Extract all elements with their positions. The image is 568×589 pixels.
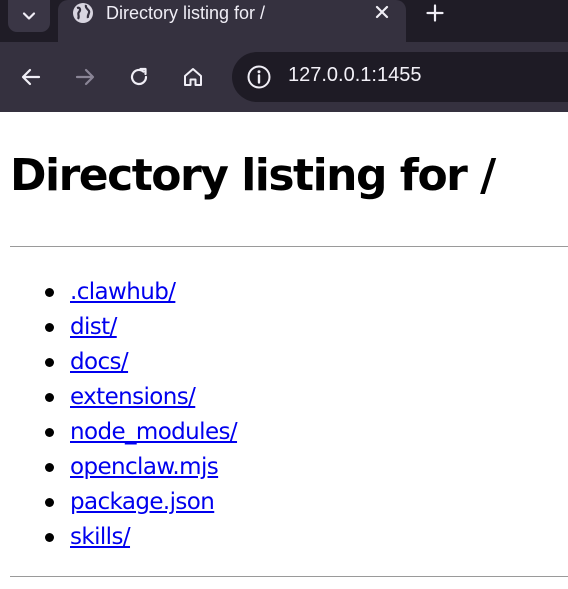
reload-icon [130,67,148,86]
navigation-toolbar: 127.0.0.1:1455 [0,42,568,112]
entry-link-package-json[interactable]: package.json [70,487,215,517]
tab-title: Directory listing for / [106,3,266,23]
forward-button[interactable] [72,64,98,90]
bullet [45,428,54,437]
page-content: Directory listing for / .clawhub/ dist/ … [0,112,568,589]
url-text[interactable]: 127.0.0.1:1455 [288,64,421,87]
entry-link-clawhub[interactable]: .clawhub/ [70,277,176,307]
top-divider [10,246,568,247]
entry-link-node-modules[interactable]: node_modules/ [70,417,238,447]
entry-link-docs[interactable]: docs/ [70,347,129,377]
bullet [45,463,54,472]
bullet [45,533,54,542]
bullet [45,358,54,367]
arrow-left-icon [21,68,41,86]
page-title: Directory listing for / [10,150,496,201]
reload-button[interactable] [126,64,152,90]
home-button[interactable] [180,64,206,90]
entry-link-skills[interactable]: skills/ [70,522,131,552]
tab-close-button[interactable] [372,2,392,22]
chevron-down-icon [22,12,36,20]
bottom-divider [10,576,568,577]
close-icon [375,5,389,19]
new-tab-button[interactable] [422,0,448,26]
entry-link-dist[interactable]: dist/ [70,312,117,342]
entry-link-openclaw-mjs[interactable]: openclaw.mjs [70,452,219,482]
active-tab[interactable]: Directory listing for / [58,0,406,42]
address-bar[interactable]: 127.0.0.1:1455 [232,52,568,102]
plus-icon [426,4,444,22]
bullet [45,393,54,402]
arrow-right-icon [75,68,95,86]
bullet [45,288,54,297]
bullet [45,323,54,332]
home-icon [184,68,202,86]
back-button[interactable] [18,64,44,90]
tab-list-button[interactable] [8,0,50,32]
tab-bar: Directory listing for / [0,0,568,42]
bullet [45,498,54,507]
info-icon[interactable] [246,64,272,90]
globe-icon [73,3,93,23]
entry-link-extensions[interactable]: extensions/ [70,382,196,412]
